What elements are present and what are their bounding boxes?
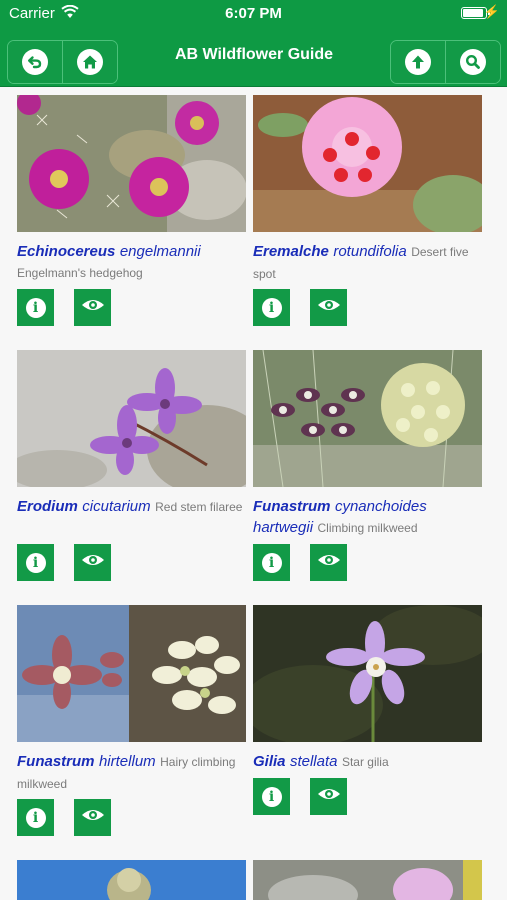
back-arrow-icon — [22, 49, 48, 75]
info-icon: i — [25, 807, 46, 828]
common-name: Red stem filaree — [155, 500, 243, 514]
plant-caption: Eremalche rotundifolia Desert five spot — [253, 241, 485, 285]
right-button-group — [390, 40, 501, 84]
species-name: hirtellum — [98, 753, 156, 770]
clock: 6:07 PM — [225, 5, 282, 22]
plant-photo[interactable] — [17, 860, 246, 900]
plant-photo[interactable] — [253, 605, 482, 742]
genus-name: Funastrum — [253, 498, 331, 515]
info-icon: i — [25, 552, 46, 573]
left-button-group — [7, 40, 118, 84]
genus-name: Erodium — [17, 498, 78, 515]
eye-icon — [317, 297, 341, 318]
home-icon — [77, 49, 103, 75]
view-button[interactable] — [310, 778, 347, 815]
plant-photo[interactable] — [17, 350, 246, 487]
plant-photo[interactable] — [17, 95, 246, 232]
home-button[interactable] — [62, 41, 117, 83]
species-name: cicutarium — [82, 498, 151, 515]
view-button[interactable] — [74, 799, 111, 836]
genus-name: Eremalche — [253, 243, 329, 260]
search-button[interactable] — [445, 41, 500, 83]
view-button[interactable] — [310, 289, 347, 326]
eye-icon — [81, 807, 105, 828]
view-button[interactable] — [74, 289, 111, 326]
navigation-bar: Carrier 6:07 PM ⚡ AB Wildflower Guide — [0, 0, 507, 87]
plant-photo[interactable] — [253, 95, 482, 232]
common-name: Climbing milkweed — [317, 521, 418, 535]
plant-caption: Echinocereus engelmannii Engelmann's hed… — [17, 241, 249, 284]
up-arrow-icon — [405, 49, 431, 75]
species-name: rotundifolia — [333, 243, 407, 260]
info-icon: i — [25, 297, 46, 318]
page-title: AB Wildflower Guide — [174, 46, 334, 63]
search-icon — [460, 49, 486, 75]
view-button[interactable] — [74, 544, 111, 581]
info-button[interactable]: i — [17, 799, 54, 836]
status-bar: Carrier 6:07 PM ⚡ — [0, 0, 507, 28]
info-icon: i — [261, 552, 282, 573]
info-icon: i — [261, 297, 282, 318]
back-button[interactable] — [8, 41, 62, 83]
info-button[interactable]: i — [253, 289, 290, 326]
species-name: engelmannii — [119, 243, 201, 260]
info-button[interactable]: i — [17, 289, 54, 326]
common-name: Engelmann's hedgehog — [17, 266, 143, 280]
genus-name: Funastrum — [17, 753, 95, 770]
eye-icon — [317, 786, 341, 807]
plant-caption: Funastrum cynanchoides hartwegii Climbin… — [253, 496, 485, 539]
eye-icon — [317, 552, 341, 573]
genus-name: Echinocereus — [17, 243, 116, 260]
plant-caption: Funastrum hirtellum Hairy climbing milkw… — [17, 751, 249, 795]
info-button[interactable]: i — [17, 544, 54, 581]
info-button[interactable]: i — [253, 544, 290, 581]
species-name: stellata — [289, 753, 338, 770]
plant-caption: Gilia stellata Star gilia — [253, 751, 485, 773]
info-button[interactable]: i — [253, 778, 290, 815]
info-icon: i — [261, 786, 282, 807]
common-name: Star gilia — [341, 755, 389, 769]
charging-icon: ⚡ — [483, 4, 500, 19]
plant-caption: Erodium cicutarium Red stem filaree — [17, 496, 249, 518]
genus-name: Gilia — [253, 753, 286, 770]
plant-photo[interactable] — [253, 350, 482, 487]
view-button[interactable] — [310, 544, 347, 581]
scroll-top-button[interactable] — [391, 41, 445, 83]
plant-photo[interactable] — [17, 605, 246, 742]
eye-icon — [81, 552, 105, 573]
eye-icon — [81, 297, 105, 318]
plant-photo[interactable] — [253, 860, 482, 900]
